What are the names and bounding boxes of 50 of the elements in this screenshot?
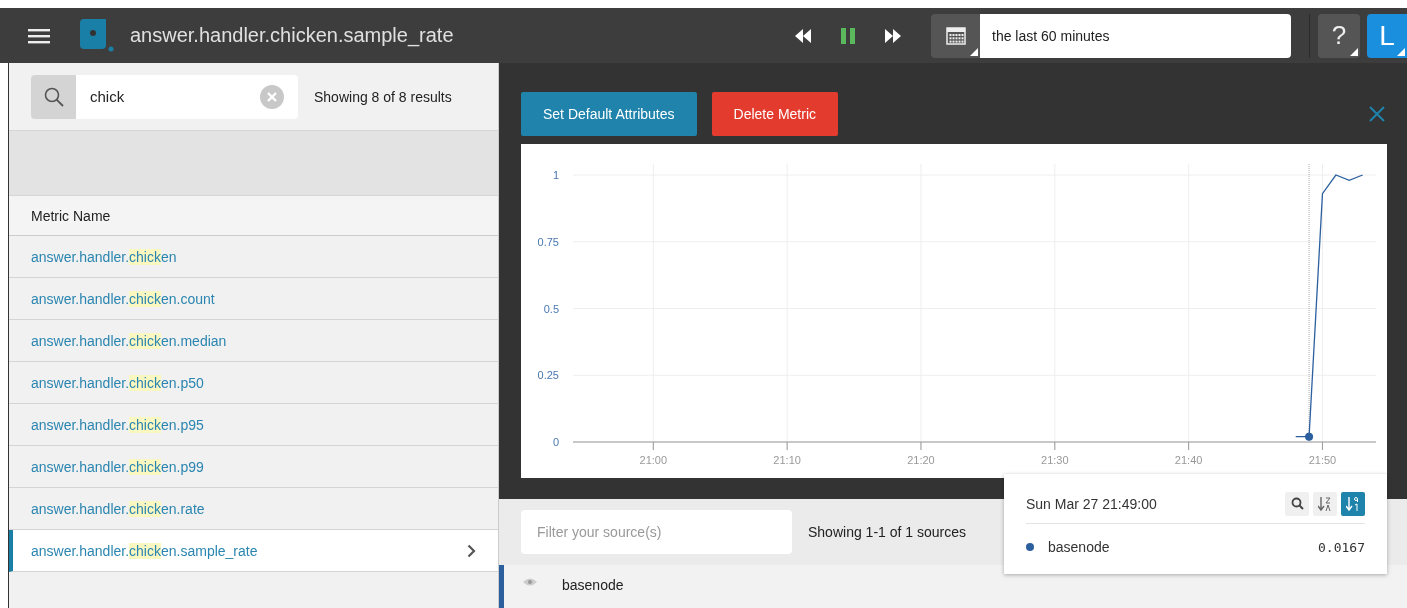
metric-name[interactable]: answer.handler.chicken.sample_rate [31,542,467,559]
sort-numeric-icon [1346,495,1360,512]
chevron-right-icon [467,543,476,558]
calendar-icon [945,26,966,45]
x-tick-label: 21:00 [639,454,668,466]
delete-button[interactable]: Delete Metric [711,92,838,136]
sort-alpha-icon [1318,495,1332,512]
x-tick-label: 21:50 [1308,454,1337,466]
y-tick-label: 1 [552,169,559,181]
metric-name[interactable]: answer.handler.chicken.p99 [31,458,476,475]
search-button[interactable] [1285,491,1309,516]
y-tick-label: 0.75 [537,235,559,248]
metric-name[interactable]: answer.handler.chicken.p95 [31,416,476,433]
window-title: answer.handler.chicken.sample_rate [130,24,454,47]
source-count: Showing 1-1 of 1 sources [808,524,966,540]
metric-name[interactable]: answer.handler.chicken.count [31,290,476,307]
action-button[interactable]: Set Default Attributes [521,92,697,136]
tooltip-time: Sun Mar 27 21:49:00 [1026,495,1158,512]
search-button[interactable] [31,74,76,119]
metric-name[interactable]: answer.handler.chicken.rate [31,500,476,517]
metric-row[interactable]: answer.handler.chicken.sample_rate [9,530,498,572]
search-icon [43,86,64,107]
time-range-field[interactable]: the last 60 minutes [980,13,1291,58]
close-icon[interactable] [1369,106,1385,122]
metric-name[interactable]: answer.handler.chicken [31,248,476,265]
sort-numeric-button[interactable] [1341,491,1365,516]
y-tick-label: 0.25 [537,369,559,382]
metric-name[interactable]: answer.handler.chicken.median [31,332,476,349]
logo-icon [80,18,114,53]
search-icon [1290,497,1304,510]
y-tick-label: 0.5 [543,302,559,315]
calendar-button[interactable] [931,13,980,58]
source-filter-field[interactable]: Filter your source(s) [521,510,792,554]
series-name: basenode [1048,539,1111,555]
metric-name[interactable]: answer.handler.chicken.p50 [31,374,476,391]
column-header: Metric Name [9,195,498,236]
hover-point [1305,432,1314,441]
x-tick-label: 21:30 [1041,454,1069,466]
source-name: basenode [562,577,624,593]
close-icon [267,91,277,102]
sort-alpha-button[interactable] [1313,491,1337,516]
user-button[interactable]: L [1367,13,1407,58]
x-tick-label: 21:10 [773,454,801,466]
help-button[interactable]: ? [1318,13,1360,58]
x-tick-label: 21:40 [1174,454,1203,466]
y-tick-label: 0 [552,436,559,448]
result-count: Showing 8 of 8 results [314,88,452,105]
x-tick-label: 21:20 [907,454,935,466]
series-value: 0.0167 [1318,539,1365,555]
search-field[interactable]: chick [76,74,298,119]
